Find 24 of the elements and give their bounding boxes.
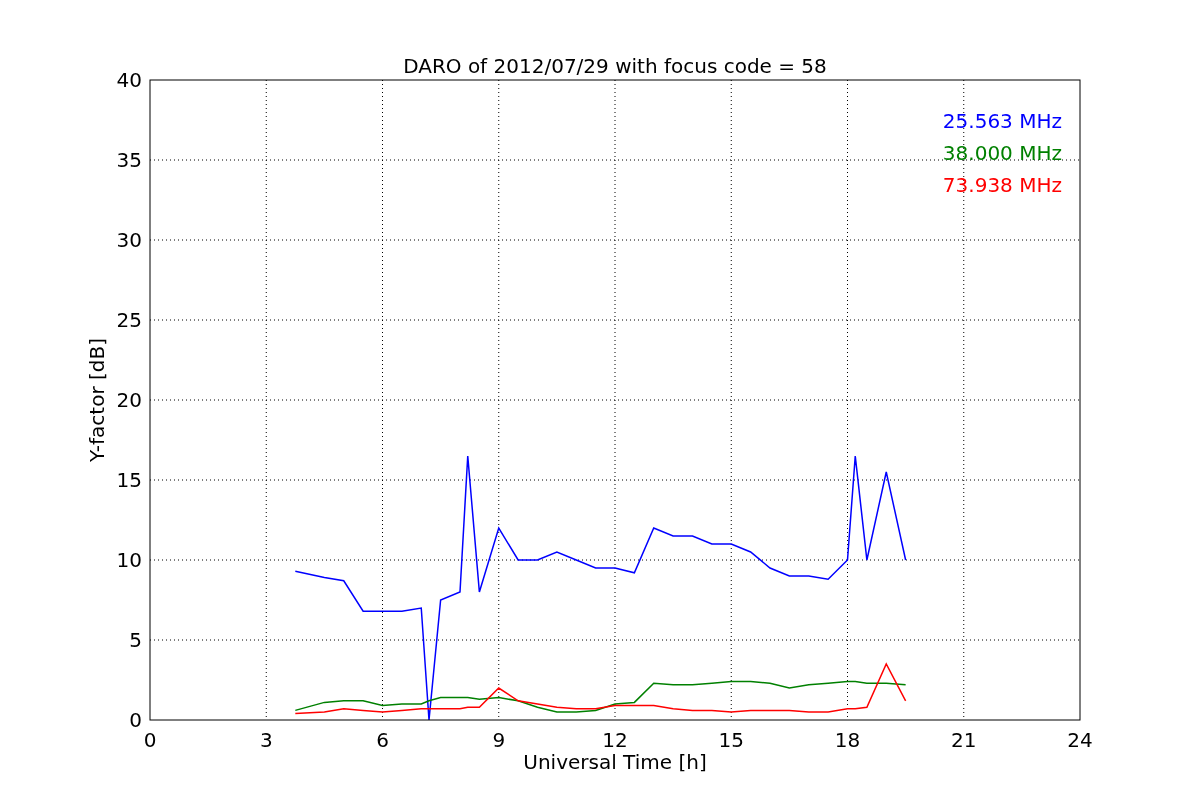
y-tick-label: 25 bbox=[116, 308, 142, 332]
y-tick-label: 35 bbox=[116, 148, 142, 172]
x-axis-label: Universal Time [h] bbox=[523, 750, 707, 774]
x-tick-label: 24 bbox=[1067, 728, 1093, 752]
y-tick-label: 15 bbox=[116, 468, 142, 492]
y-tick-label: 0 bbox=[129, 708, 142, 732]
y-tick-label: 5 bbox=[129, 628, 142, 652]
x-tick-label: 18 bbox=[834, 728, 861, 752]
y-axis-label: Y-factor [dB] bbox=[85, 338, 109, 462]
chart-title: DARO of 2012/07/29 with focus code = 58 bbox=[403, 54, 827, 78]
x-tick-label: 3 bbox=[259, 728, 273, 752]
y-tick-label: 20 bbox=[116, 388, 142, 412]
x-tick-label: 0 bbox=[143, 728, 157, 752]
x-tick-label: 15 bbox=[718, 728, 744, 752]
y-tick-label: 10 bbox=[116, 548, 142, 572]
y-tick-label: 40 bbox=[116, 68, 142, 92]
x-tick-label: 9 bbox=[492, 728, 506, 752]
legend-label: 73.938 MHz bbox=[942, 173, 1062, 197]
x-tick-label: 12 bbox=[602, 728, 628, 752]
y-tick-label: 30 bbox=[116, 228, 142, 252]
legend-label: 25.563 MHz bbox=[942, 109, 1062, 133]
legend-label: 38.000 MHz bbox=[942, 141, 1062, 165]
x-tick-label: 6 bbox=[376, 728, 389, 752]
x-tick-label: 21 bbox=[951, 728, 977, 752]
